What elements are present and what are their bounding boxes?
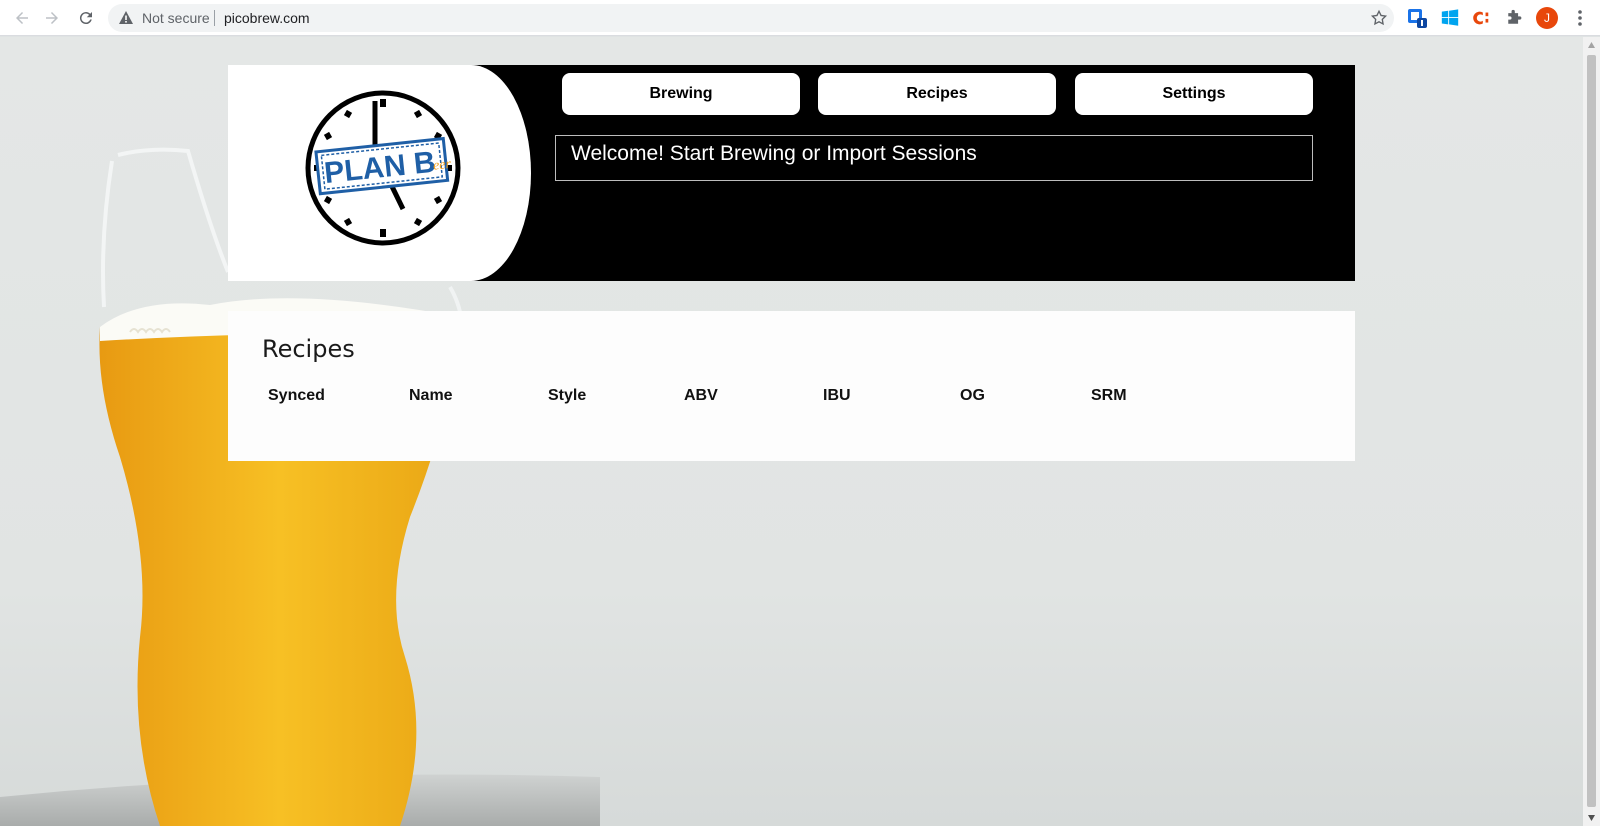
tab-settings[interactable]: Settings [1075,73,1313,115]
welcome-message: Welcome! Start Brewing or Import Session… [555,135,1313,181]
back-arrow-icon [16,12,28,24]
puzzle-icon [1508,9,1522,24]
extension-badge-button[interactable] [1406,7,1428,29]
vertical-scrollbar[interactable] [1583,37,1600,826]
address-bar[interactable]: Not secure picobrew.com [108,4,1394,32]
logo-suffix: eer [432,157,452,174]
extension-badge-icon [1408,9,1427,28]
logo-panel: PLAN B eer [228,65,531,281]
scrollbar-thumb[interactable] [1587,55,1596,807]
column-header-srm[interactable]: SRM [1091,387,1127,405]
forward-arrow-icon [46,12,58,24]
extensions-button[interactable] [1503,7,1525,29]
column-header-ibu[interactable]: IBU [823,387,851,405]
security-status[interactable]: Not secure [142,10,210,26]
url-text[interactable]: picobrew.com [224,10,310,26]
profile-avatar[interactable]: J [1536,7,1558,29]
scroll-down-arrow-icon[interactable] [1587,813,1596,822]
browser-toolbar: Not secure picobrew.com J [0,0,1600,36]
recipes-heading: Recipes [262,335,355,363]
plan-b-logo[interactable]: PLAN B eer [298,83,468,253]
tab-recipes[interactable]: Recipes [818,73,1056,115]
app-header: PLAN B eer Brewing Recipes Settings Welc… [228,65,1355,281]
bookmark-star-icon[interactable] [1370,9,1388,27]
c-extension-icon [1473,11,1489,25]
tab-brewing[interactable]: Brewing [562,73,800,115]
column-header-synced[interactable]: Synced [268,387,325,405]
windows-extension-button[interactable] [1439,7,1461,29]
omnibox-divider [214,10,215,26]
warning-icon [119,11,133,24]
column-header-abv[interactable]: ABV [684,387,718,405]
windows-icon [1441,9,1459,26]
c-extension-button[interactable] [1470,7,1492,29]
page-viewport: PLAN B eer Brewing Recipes Settings Welc… [0,37,1583,826]
reload-icon [79,12,92,25]
recipes-panel: Recipes Synced Name Style ABV IBU OG SRM [228,311,1355,461]
column-header-og[interactable]: OG [960,387,985,405]
column-header-name[interactable]: Name [409,387,453,405]
reload-button[interactable] [74,6,98,30]
scroll-up-arrow-icon[interactable] [1587,41,1596,50]
forward-button[interactable] [40,6,64,30]
kebab-menu-icon[interactable] [1574,8,1586,28]
column-header-style[interactable]: Style [548,387,586,405]
back-button[interactable] [10,6,34,30]
